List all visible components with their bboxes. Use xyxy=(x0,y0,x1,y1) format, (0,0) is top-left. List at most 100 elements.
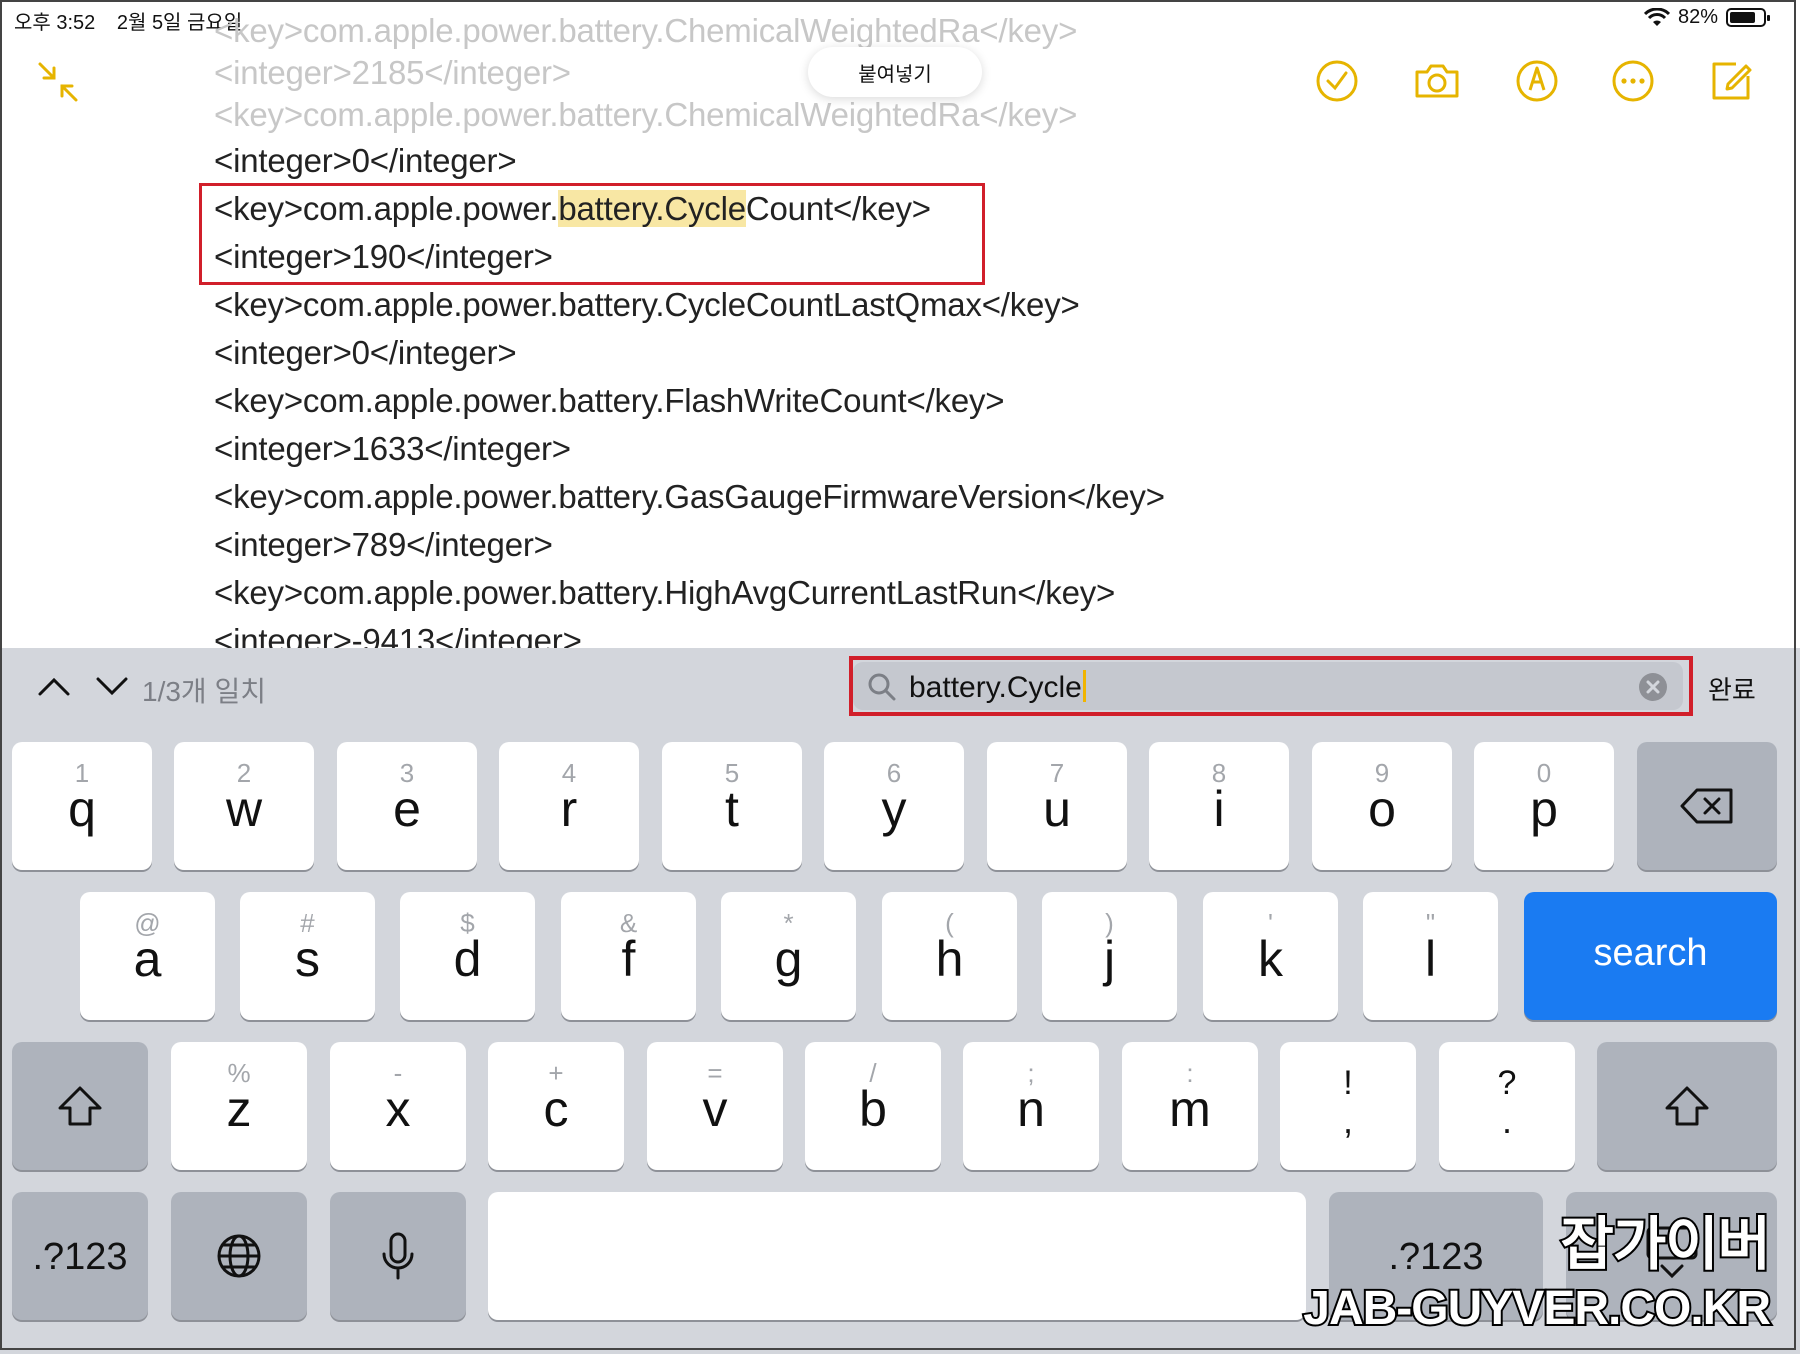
annotation-box-cyclecount xyxy=(199,183,985,285)
shift-icon xyxy=(1665,1086,1709,1126)
key-label: e xyxy=(393,781,421,837)
key-label: h xyxy=(935,931,964,987)
microphone-icon xyxy=(382,1232,414,1280)
key-label: m xyxy=(1169,1081,1211,1137)
key-label: k xyxy=(1258,931,1283,987)
key-l[interactable]: " l xyxy=(1363,892,1498,1020)
key-sub: ! xyxy=(1343,1064,1353,1102)
find-bar: 1/3개 일치 battery.Cycle 완료 xyxy=(0,648,1800,724)
key-label: b xyxy=(859,1081,887,1137)
key-sub: ? xyxy=(1497,1064,1517,1102)
key-label: d xyxy=(453,931,482,987)
key-label: s xyxy=(295,931,320,987)
numbers-key-label: .?123 xyxy=(32,1236,128,1278)
numbers-key-label: .?123 xyxy=(1388,1236,1484,1278)
key-f[interactable]: & f xyxy=(561,892,696,1020)
collapse-icon[interactable] xyxy=(36,60,80,104)
globe-key[interactable] xyxy=(171,1192,307,1320)
key-p[interactable]: 0p xyxy=(1474,742,1614,870)
key-label: p xyxy=(1530,781,1558,837)
doc-line: <integer>0</integer> xyxy=(214,334,517,371)
key-g[interactable]: * g xyxy=(721,892,856,1020)
backspace-key[interactable] xyxy=(1637,742,1777,870)
key-t[interactable]: 5t xyxy=(662,742,802,870)
doc-line: <integer>1633</integer> xyxy=(214,430,571,467)
compose-icon[interactable] xyxy=(1706,56,1756,106)
doc-line: <integer>789</integer> xyxy=(214,526,553,563)
key-label: f xyxy=(621,931,636,987)
doc-line: <key>com.apple.power.battery.FlashWriteC… xyxy=(214,382,1005,419)
more-options-icon[interactable] xyxy=(1608,56,1658,106)
key-label: l xyxy=(1424,931,1437,987)
backspace-icon xyxy=(1680,788,1733,824)
done-button[interactable]: 완료 xyxy=(1708,670,1756,707)
key-label: j xyxy=(1103,931,1116,987)
key-label: v xyxy=(702,1081,728,1137)
numbers-key-left[interactable]: .?123 xyxy=(12,1192,148,1320)
key-period[interactable]: ?. xyxy=(1439,1042,1575,1170)
dismiss-keyboard-key[interactable] xyxy=(1566,1192,1777,1320)
key-d[interactable]: $ d xyxy=(400,892,535,1020)
key-e[interactable]: 3e xyxy=(337,742,477,870)
key-w[interactable]: 2w xyxy=(174,742,314,870)
key-s[interactable]: # s xyxy=(240,892,375,1020)
key-k[interactable]: ' k xyxy=(1203,892,1338,1020)
key-x[interactable]: -x xyxy=(330,1042,466,1170)
key-label: t xyxy=(725,781,739,837)
key-label: i xyxy=(1213,781,1225,837)
key-comma[interactable]: !, xyxy=(1280,1042,1416,1170)
key-label: g xyxy=(774,931,803,987)
key-z[interactable]: % z xyxy=(171,1042,307,1170)
numbers-key-right[interactable]: .?123 xyxy=(1329,1192,1543,1320)
key-b[interactable]: / b xyxy=(805,1042,941,1170)
search-key[interactable]: search xyxy=(1524,892,1777,1020)
key-label: z xyxy=(226,1081,252,1137)
key-n[interactable]: ; n xyxy=(963,1042,1099,1170)
key-label: . xyxy=(1501,1100,1512,1141)
key-a[interactable]: @ a xyxy=(80,892,215,1020)
match-count: 1/3개 일치 xyxy=(142,676,266,707)
key-label: , xyxy=(1342,1100,1353,1141)
key-o[interactable]: 9o xyxy=(1312,742,1452,870)
space-key[interactable] xyxy=(488,1192,1306,1320)
key-h[interactable]: (h xyxy=(882,892,1017,1020)
ipad-screen: 오후 3:52 2월 5일 금요일 82% <key>com.apple.pow… xyxy=(0,0,1800,1354)
key-i[interactable]: 8i xyxy=(1149,742,1289,870)
next-match-icon[interactable] xyxy=(94,670,130,702)
doc-line: <key>com.apple.power.battery.GasGaugeFir… xyxy=(214,478,1165,515)
key-label: o xyxy=(1368,781,1396,837)
doc-line: <integer>0</integer> xyxy=(214,142,517,179)
key-c[interactable]: + c xyxy=(488,1042,624,1170)
shift-key-left[interactable] xyxy=(12,1042,148,1170)
shift-icon xyxy=(58,1086,102,1126)
key-j[interactable]: ) j xyxy=(1042,892,1177,1020)
paste-button[interactable]: 붙여넣기 xyxy=(808,47,982,97)
search-key-label: search xyxy=(1593,932,1708,974)
key-r[interactable]: 4r xyxy=(499,742,639,870)
doc-line: <integer>2185</integer> xyxy=(214,54,571,91)
key-u[interactable]: 7u xyxy=(987,742,1127,870)
key-m[interactable]: :m xyxy=(1122,1042,1258,1170)
previous-match-icon[interactable] xyxy=(36,670,72,702)
checklist-icon[interactable] xyxy=(1312,56,1362,106)
doc-line: <integer>-9413</integer> xyxy=(214,622,582,648)
keyboard-dismiss-icon xyxy=(1646,1226,1698,1279)
dictation-key[interactable] xyxy=(330,1192,466,1320)
markup-pen-icon[interactable] xyxy=(1512,56,1562,106)
key-label: q xyxy=(68,781,96,837)
shift-key-right[interactable] xyxy=(1597,1042,1777,1170)
doc-line: <key>com.apple.power.battery.ChemicalWei… xyxy=(214,12,1078,49)
key-label: n xyxy=(1017,1081,1045,1137)
camera-icon[interactable] xyxy=(1412,56,1462,106)
keyboard-area: 1/3개 일치 battery.Cycle 완료 1q 2w 3e 4r 5t … xyxy=(0,648,1800,1354)
key-label: u xyxy=(1043,781,1071,837)
annotation-box-search xyxy=(849,656,1693,716)
doc-line: <key>com.apple.power.battery.HighAvgCurr… xyxy=(214,574,1116,611)
key-y[interactable]: 6y xyxy=(824,742,964,870)
key-q[interactable]: 1q xyxy=(12,742,152,870)
key-label: y xyxy=(881,781,907,837)
doc-line: <key>com.apple.power.battery.CycleCountL… xyxy=(214,286,1080,323)
key-label: w xyxy=(225,781,263,837)
key-v[interactable]: = v xyxy=(647,1042,783,1170)
key-label: r xyxy=(560,781,578,837)
